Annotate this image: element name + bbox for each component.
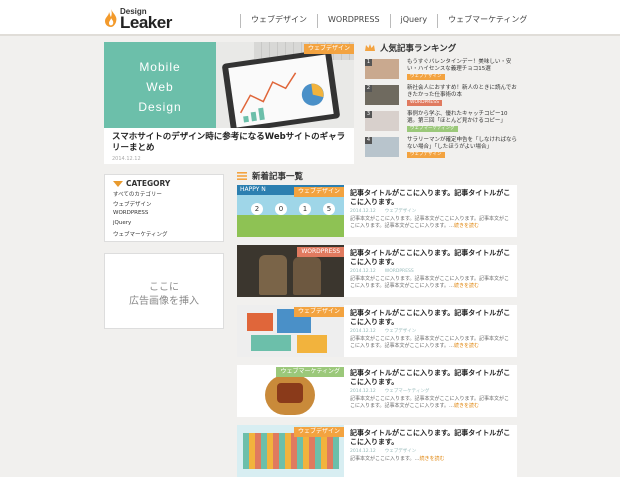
read-more-link[interactable]: 続きを読む [454,223,479,229]
post-title[interactable]: 記事タイトルがここに入ります。記事タイトルがここに入ります。 [350,189,513,207]
flame-icon [105,9,117,27]
read-more-link[interactable]: 続きを読む [454,343,479,349]
category-heading-text: CATEGORY [126,179,171,188]
nav-item-jquery[interactable]: jQuery [389,14,438,28]
post-meta: 2014.12.12 ウェブデザイン [350,209,417,214]
post-excerpt-text: 記事本文がここに入ります。記事本文がここに入ります。記事本文がここに入ります。記… [350,216,510,229]
featured-title[interactable]: スマホサイトのデザイン時に参考になるWebサイトのギャラリーまとめ [112,132,348,154]
post-thumbnail[interactable]: ウェブマーケティング [237,365,344,417]
ranking-item[interactable]: 2 新社会人におすすめ！新人のときに読んでおきたかった仕事術の本 WORDPRESS [365,85,517,107]
featured-image-text-3: Design [138,100,182,114]
post-excerpt-text: 記事本文がここに入ります。 [350,456,415,462]
ranking-category-badge[interactable]: WORDPRESS [407,100,442,106]
featured-article[interactable]: Mobile Web Design ウェブデザイン スマホサイトのデザイン時に参… [104,42,354,164]
ranking-category-badge[interactable]: ウェブマーケティング [407,126,458,132]
category-widget: CATEGORY すべてのカテゴリー ウェブデザイン WORDPRESS jQu… [104,174,224,242]
read-more-link[interactable]: 続きを読む [454,283,479,289]
post-excerpt-text: 記事本文がここに入ります。記事本文がここに入ります。記事本文がここに入ります。記… [350,276,510,289]
rank-number: 2 [365,85,372,92]
featured-image-panel: Mobile Web Design [104,42,216,128]
post-category-badge[interactable]: ウェブマーケティング [276,367,344,377]
post-meta: 2014.12.12 WORDPRESS [350,269,414,274]
nav-item-web-design[interactable]: ウェブデザイン [240,14,317,28]
post-excerpt: 記事本文がここに入ります。記事本文がここに入ります。記事本文がここに入ります。記… [350,276,510,289]
post-thumbnail[interactable]: HAPPY N 2 0 1 5 ウェブデザイン [237,185,344,237]
ranking-title[interactable]: 新社会人におすすめ！新人のときに読んでおきたかった仕事術の本 [407,85,517,99]
post-meta: 2014.12.12 ウェブデザイン [350,449,417,454]
post-category-badge[interactable]: WORDPRESS [297,247,344,257]
logo-text-main: Leaker [120,13,172,32]
category-heading: CATEGORY [113,179,170,188]
ad-text-line1: ここに [149,282,179,293]
category-link-wordpress[interactable]: WORDPRESS [113,210,148,216]
read-more-link[interactable]: 続きを読む [454,403,479,409]
featured-image[interactable]: Mobile Web Design ウェブデザイン [104,42,354,128]
post-card[interactable]: ウェブデザイン 記事タイトルがここに入ります。記事タイトルがここに入ります。 201… [237,305,517,357]
featured-image-text-2: Web [146,80,174,94]
category-link-web-marketing[interactable]: ウェブマーケティング [113,230,168,238]
ranking-category-badge[interactable]: ウェブデザイン [407,74,445,80]
post-title[interactable]: 記事タイトルがここに入ります。記事タイトルがここに入ります。 [350,309,513,327]
post-title[interactable]: 記事タイトルがここに入ります。記事タイトルがここに入ります。 [350,429,513,447]
post-card[interactable]: HAPPY N 2 0 1 5 ウェブデザイン 記事タイトルがここに入ります。記事タイトルが… [237,185,517,237]
post-card[interactable]: ウェブデザイン 記事タイトルがここに入ります。記事タイトルがここに入ります。 201… [237,425,517,477]
rank-number: 3 [365,111,372,118]
ranking-category-badge[interactable]: ウェブデザイン [407,152,445,158]
post-thumbnail[interactable]: WORDPRESS [237,245,344,297]
ranking-heading-text: 人気記事ランキング [380,44,457,54]
post-title[interactable]: 記事タイトルがここに入ります。記事タイトルがここに入ります。 [350,249,513,267]
post-card[interactable]: ウェブマーケティング 記事タイトルがここに入ります。記事タイトルがここに入ります。… [237,365,517,417]
rank-number: 4 [365,137,372,144]
post-excerpt-text: 記事本文がここに入ります。記事本文がここに入ります。記事本文がここに入ります。記… [350,396,510,409]
post-excerpt: 記事本文がここに入ります。記事本文がここに入ります。記事本文がここに入ります。記… [350,216,510,229]
post-thumbnail[interactable]: ウェブデザイン [237,305,344,357]
site-header: Design Leaker ウェブデザイン WORDPRESS jQuery ウ… [0,0,620,36]
ranking-item[interactable]: 3 事例から学ぶ、優れたキャッチコピー10選。第三回「ほとんど見かけるコピー」 ウェ… [365,111,517,133]
ranking-item[interactable]: 4 サラリーマンが確定申告を「しなければならない場合」「したほうがよい場合」 ウェブ… [365,137,517,159]
category-link-all[interactable]: すべてのカテゴリー [113,190,162,198]
post-title[interactable]: 記事タイトルがここに入ります。記事タイトルがここに入ります。 [350,369,513,387]
tablet-screen [228,54,334,128]
post-excerpt-text: 記事本文がここに入ります。記事本文がここに入ります。記事本文がここに入ります。記… [350,336,510,349]
featured-date: 2014.12.12 [112,156,141,162]
ranking-title[interactable]: サラリーマンが確定申告を「しなければならない場合」「したほうがよい場合」 [407,137,517,151]
ranking-heading: 人気記事ランキング [365,42,517,54]
featured-category-badge[interactable]: ウェブデザイン [303,44,354,54]
tablet-graphic [221,48,341,128]
post-excerpt: 記事本文がここに入ります。記事本文がここに入ります。記事本文がここに入ります。記… [350,396,510,409]
rank-number: 1 [365,59,372,66]
main-nav: ウェブデザイン WORDPRESS jQuery ウェブマーケティング [240,14,537,28]
ranking-title[interactable]: 事例から学ぶ、優れたキャッチコピー10選。第三回「ほとんど見かけるコピー」 [407,111,517,125]
nav-item-wordpress[interactable]: WORDPRESS [317,14,390,28]
ranking-section: 人気記事ランキング 1 もうすぐバレンタインデー！美味しい・安い・ハイセンスな義理… [365,42,517,158]
new-posts-heading-text: 新着記事一覧 [252,172,304,182]
ad-text-line2: 広告画像を挿入 [129,296,199,307]
post-card[interactable]: WORDPRESS 記事タイトルがここに入ります。記事タイトルがここに入ります。 2… [237,245,517,297]
triangle-down-icon [113,180,123,187]
ranking-title[interactable]: もうすぐバレンタインデー！美味しい・安い・ハイセンスな義理チョコ15選 [407,59,517,73]
site-logo[interactable]: Design Leaker [104,6,204,32]
post-meta: 2014.12.12 ウェブデザイン [350,329,417,334]
category-link-web-design[interactable]: ウェブデザイン [113,200,152,208]
post-meta: 2014.12.12 ウェブマーケティング [350,389,430,394]
read-more-link[interactable]: 続きを読む [420,456,445,462]
post-thumbnail[interactable]: ウェブデザイン [237,425,344,477]
new-posts-heading: 新着記事一覧 [237,170,303,182]
nav-item-web-marketing[interactable]: ウェブマーケティング [437,14,537,28]
post-category-badge[interactable]: ウェブデザイン [293,307,344,317]
post-excerpt: 記事本文がここに入ります。記事本文がここに入ります。記事本文がここに入ります。記… [350,336,510,349]
ranking-item[interactable]: 1 もうすぐバレンタインデー！美味しい・安い・ハイセンスな義理チョコ15選 ウェブデ… [365,59,517,81]
list-icon [237,172,247,180]
post-category-badge[interactable]: ウェブデザイン [293,427,344,437]
ad-placeholder[interactable]: ここに 広告画像を挿入 [104,253,224,329]
category-link-jquery[interactable]: jQuery [113,220,131,226]
featured-image-text-1: Mobile [139,60,181,74]
post-category-badge[interactable]: ウェブデザイン [293,187,344,197]
crown-icon [365,44,375,51]
